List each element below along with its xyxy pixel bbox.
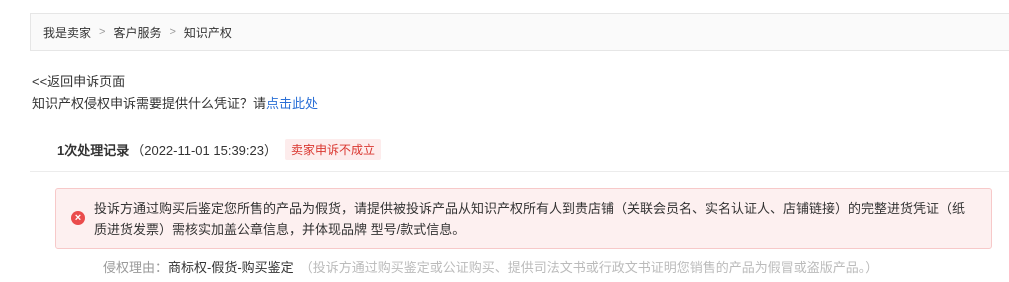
processing-record-header: 1次处理记录 （2022-11-01 15:39:23） 卖家申诉不成立 — [57, 139, 381, 160]
faq-line: 知识产权侵权申诉需要提供什么凭证？请点击此处 — [32, 93, 318, 112]
breadcrumb-item-ip[interactable]: 知识产权 — [184, 24, 232, 41]
breadcrumb: 我是卖家 > 客户服务 > 知识产权 — [30, 13, 1009, 51]
faq-text: 知识产权侵权申诉需要提供什么凭证？请 — [32, 96, 267, 111]
breadcrumb-separator: > — [99, 26, 106, 38]
infringement-reason: 侵权理由：商标权-假货-购买鉴定 （投诉方通过购买鉴定或公证购买、提供司法文书或行… — [103, 257, 878, 276]
reason-label: 侵权理由： — [103, 260, 169, 275]
record-timestamp: （2022-11-01 15:39:23） — [131, 143, 277, 158]
breadcrumb-separator: > — [169, 26, 176, 38]
back-to-appeal-link[interactable]: <<返回申诉页面 — [32, 71, 125, 90]
error-icon: × — [71, 211, 85, 225]
reason-note: （投诉方通过购买鉴定或公证购买、提供司法文书或行政文书证明您销售的产品为假冒或盗… — [299, 260, 879, 275]
reason-value: 商标权-假货-购买鉴定 — [168, 260, 294, 275]
faq-click-here-link[interactable]: 点击此处 — [266, 96, 318, 111]
record-title: 1次处理记录 — [57, 143, 130, 158]
alert-message: 投诉方通过购买后鉴定您所售的产品为假货，请提供被投诉产品从知识产权所有人到贵店铺… — [94, 201, 966, 237]
breadcrumb-item-customer-service[interactable]: 客户服务 — [113, 24, 161, 41]
error-alert: × 投诉方通过购买后鉴定您所售的产品为假货，请提供被投诉产品从知识产权所有人到贵… — [55, 188, 992, 249]
breadcrumb-item-seller[interactable]: 我是卖家 — [43, 24, 91, 41]
status-badge: 卖家申诉不成立 — [284, 139, 381, 160]
divider — [30, 171, 1009, 172]
